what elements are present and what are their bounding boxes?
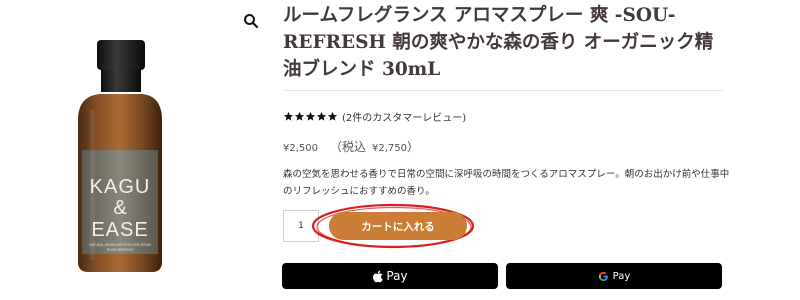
bottle-label-small1: NATURAL AROMA REFRESH FOR ROOM — [89, 243, 151, 247]
bottle-label-line2: & — [113, 197, 127, 219]
star-icon — [327, 111, 338, 121]
product-title: ルームフレグランス アロマスプレー 爽 -SOU-REFRESH 朝の爽やかな森… — [283, 5, 714, 80]
star-icon — [294, 111, 305, 121]
star-icon — [316, 111, 327, 121]
google-pay-button[interactable]: Pay — [506, 263, 722, 289]
price-amount: ¥2,500 — [283, 143, 318, 154]
price-tax-close: ） — [407, 140, 420, 154]
search-icon[interactable] — [242, 12, 260, 30]
product-description: 森の空気を思わせる香りで日常の空間に深呼吸の時間をつくるアロマスプレー。朝のお出… — [283, 169, 730, 197]
bottle-label-line3: EASE — [91, 219, 148, 241]
add-to-cart-button[interactable]: カートに入れる — [329, 212, 467, 240]
star-icon — [305, 111, 316, 121]
bottle-label-line1: KAGU — [90, 176, 151, 198]
price-tax-label: （税込 — [330, 140, 367, 154]
review-count-link[interactable]: (2件のカスタマーレビュー) — [342, 109, 466, 124]
apple-pay-button[interactable]: Pay — [282, 263, 498, 289]
product-rating: (2件のカスタマーレビュー) — [283, 109, 466, 124]
apple-pay-label: Pay — [386, 269, 408, 283]
star-rating — [283, 111, 338, 122]
product-image[interactable]: KAGU & EASE NATURAL AROMA REFRESH FOR RO… — [0, 0, 270, 300]
price-tax-amount: ¥2,750 — [372, 143, 408, 154]
quantity-input[interactable] — [283, 210, 319, 242]
apple-icon — [373, 270, 384, 282]
google-g-icon — [598, 271, 608, 281]
product-gallery: KAGU & EASE NATURAL AROMA REFRESH FOR RO… — [0, 0, 270, 300]
bottle-label-small2: ROOM REFRESH — [107, 248, 134, 252]
product-price: ¥2,500 （税込 ¥2,750 ） — [283, 138, 419, 155]
google-pay-label: Pay — [612, 270, 631, 282]
star-icon — [283, 111, 294, 121]
title-divider — [283, 90, 723, 91]
